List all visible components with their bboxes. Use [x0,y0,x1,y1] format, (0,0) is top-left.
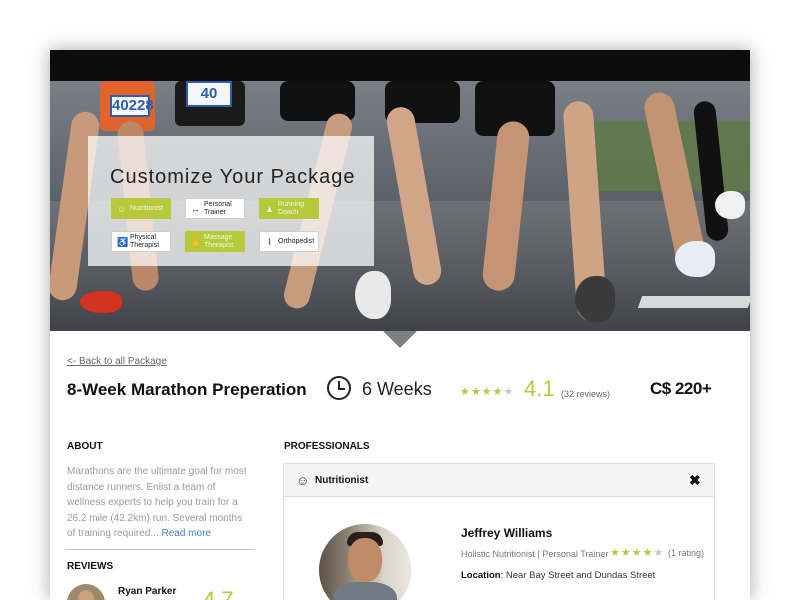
avatar-face [78,590,94,600]
star-icon: ★ [642,547,654,559]
hero-banner: 40228 40 Customize Your Package ☺ Nutrit… [50,81,750,331]
chip-physical-therapist[interactable]: ♿ Physical Therapist [111,231,171,252]
professional-location: Location: Near Bay Street and Dundas Str… [461,570,655,581]
chip-label: Personal Trainer [204,200,232,216]
nutritionist-icon: ☺ [117,203,127,214]
about-body: Marathons are the ultimate goal for most… [67,466,247,539]
star-icon: ★ [620,547,632,559]
professional-star-rating: ★★★★★ [610,546,664,559]
section-divider [65,549,255,550]
runner-shoe [675,241,715,277]
about-heading: ABOUT [67,441,103,452]
chip-personal-trainer[interactable]: ↔ Personal Trainer [185,198,245,219]
photo-face [348,538,382,582]
review-author-name: Ryan Parker [118,586,177,597]
professional-card: ☺ Nutritionist ✖ Jeffrey Williams Holist… [283,463,715,600]
massage-icon: ✋ [191,236,203,247]
runner-shoe [575,276,615,322]
chip-orthopedist[interactable]: ⌇ Orthopedist [259,231,319,252]
chip-label: Nutritionist [130,204,164,212]
close-icon[interactable]: ✖ [689,472,701,489]
chip-massage-therapist[interactable]: ✋ Massage Therapist [185,231,245,252]
star-icon: ★ [460,386,471,398]
professional-role: Holistic Nutritionist | Personal Trainer [461,549,609,559]
top-nav-bar [50,50,750,81]
avatar [67,584,105,600]
physical-therapy-icon: ♿ [117,236,129,247]
nutritionist-icon: ☺ [296,473,310,488]
runner-shoe [80,291,122,313]
chip-label: Orthopedist [278,237,315,245]
star-icon: ★ [653,547,665,559]
runner-bib: 40 [186,81,232,107]
runner-bib: 40228 [110,95,154,117]
app-frame: 40228 40 Customize Your Package ☺ Nutrit… [50,50,750,600]
read-more-link[interactable]: Read more [162,528,211,539]
package-star-rating: ★★★★★ [460,385,514,398]
clock-icon [327,376,351,400]
package-title: 8-Week Marathon Preperation [67,380,307,399]
star-icon: ★ [492,386,504,398]
location-label: Location [461,570,501,581]
star-icon: ★ [481,386,493,398]
package-reviews-count[interactable]: (32 reviews) [561,389,610,399]
professional-name[interactable]: Jeffrey Williams [461,526,552,540]
location-value: : Near Bay Street and Dundas Street [500,570,656,581]
leg-icon: ⌇ [267,236,272,247]
professional-card-header: ☺ Nutritionist ✖ [284,464,714,497]
star-icon: ★ [470,386,482,398]
about-text: Marathons are the ultimate goal for most… [67,464,247,542]
chip-nutritionist[interactable]: ☺ Nutritionist [111,198,171,219]
package-duration: 6 Weeks [362,379,432,399]
professional-rating-count: (1 rating) [668,548,705,558]
professional-category: Nutritionist [315,475,369,486]
star-icon: ★ [631,547,643,559]
package-price: C$ 220+ [650,379,712,398]
chip-label: Running Coach [277,200,304,216]
runner-shoe [715,191,745,219]
shoe-icon: ▲ [265,203,274,214]
hero-lane-marking [637,296,750,308]
professional-photo [319,524,411,600]
reviews-heading: REVIEWS [67,561,114,572]
runner-shoe [355,271,391,319]
professionals-heading: PROFESSIONALS [284,441,370,452]
package-rating-value: 4.1 [524,376,555,401]
star-icon: ★ [610,547,621,559]
dumbbell-icon: ↔ [191,203,200,214]
customize-package-panel: Customize Your Package ☺ Nutritionist ↔ … [88,136,374,266]
customize-package-heading: Customize Your Package [110,166,356,188]
chip-label: Massage Therapist [204,233,234,249]
chip-label: Physical Therapist [130,233,160,249]
hero-pointer-arrow [383,331,417,348]
chip-running-coach[interactable]: ▲ Running Coach [259,198,319,219]
photo-shirt [333,582,397,600]
back-to-packages-link[interactable]: <- Back to all Package [67,356,167,367]
review-score: 4.7 [203,587,234,600]
star-icon: ★ [503,386,515,398]
